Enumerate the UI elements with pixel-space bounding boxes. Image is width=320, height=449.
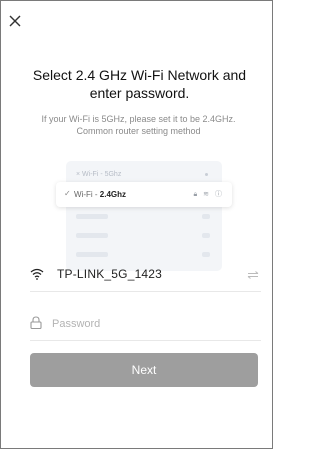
check-icon: ✓ [64, 189, 71, 198]
placeholder-bar [76, 233, 108, 238]
placeholder-bar [202, 252, 210, 257]
wifi-icon [30, 268, 44, 280]
placeholder-bar [76, 214, 108, 219]
wifi-network-row[interactable]: TP-LINK_5G_1423 [30, 263, 261, 292]
row-label: Wi-Fi - 5Ghz [82, 171, 122, 178]
subtitle: If your Wi-Fi is 5GHz, please set it to … [16, 113, 261, 137]
x-mark-icon: × [76, 171, 81, 178]
close-icon[interactable] [8, 14, 22, 28]
swap-icon[interactable] [247, 271, 259, 279]
password-row [30, 312, 261, 341]
lock-icon [30, 316, 42, 329]
subtitle-text: If your Wi-Fi is 5GHz, please set it to … [41, 114, 236, 124]
selected-network-card: ✓ Wi-Fi - 2.4Ghz 🔒︎ ≋ ⓘ [56, 182, 232, 207]
wifi-ssid: TP-LINK_5G_1423 [57, 267, 163, 281]
placeholder-bar [202, 214, 210, 219]
password-input[interactable] [52, 314, 242, 334]
router-setting-link[interactable]: Common router setting method [16, 125, 261, 137]
network-status-icons: 🔒︎ ≋ ⓘ [193, 191, 224, 198]
placeholder-bar [202, 233, 210, 238]
page-title: Select 2.4 GHz Wi-Fi Network and enter p… [32, 67, 247, 101]
row-label: Wi-Fi - 2.4Ghz [74, 190, 126, 199]
wifi-illustration: × Wi-Fi - 5Ghz [66, 161, 222, 271]
next-button[interactable]: Next [30, 353, 258, 387]
placeholder-bar [76, 252, 108, 257]
dot-icon [205, 173, 208, 176]
